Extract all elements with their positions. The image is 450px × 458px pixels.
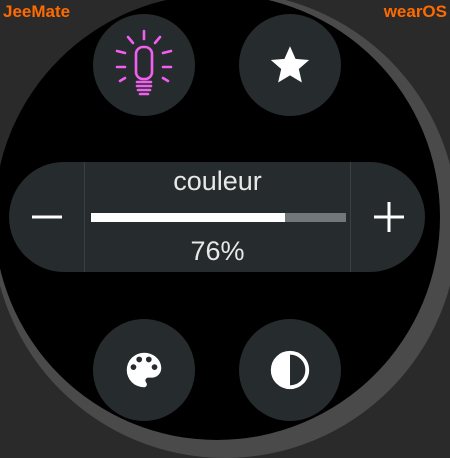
brand-label: JeeMate — [3, 2, 71, 21]
watch-bezel: couleur 76% — [0, 0, 450, 458]
plus-icon — [373, 202, 404, 232]
platform-label: wearOS — [383, 2, 447, 21]
palette-icon — [126, 352, 162, 388]
contrast-button[interactable] — [239, 319, 341, 421]
color-control: couleur 76% — [9, 162, 425, 272]
contrast-icon — [270, 350, 310, 390]
level-value: 76% — [190, 236, 245, 266]
parameter-label: couleur — [173, 166, 262, 196]
light-bulb-icon — [115, 29, 173, 96]
increase-button[interactable] — [351, 162, 426, 272]
favorite-button[interactable] — [239, 14, 341, 116]
minus-icon — [31, 215, 62, 219]
star-icon — [270, 46, 310, 83]
palette-button[interactable] — [93, 319, 195, 421]
watch-face: couleur 76% — [0, 0, 440, 440]
level-slider[interactable] — [91, 213, 346, 222]
decrease-button[interactable] — [9, 162, 84, 272]
light-toggle-button[interactable] — [93, 14, 195, 116]
slider-fill — [91, 213, 285, 222]
